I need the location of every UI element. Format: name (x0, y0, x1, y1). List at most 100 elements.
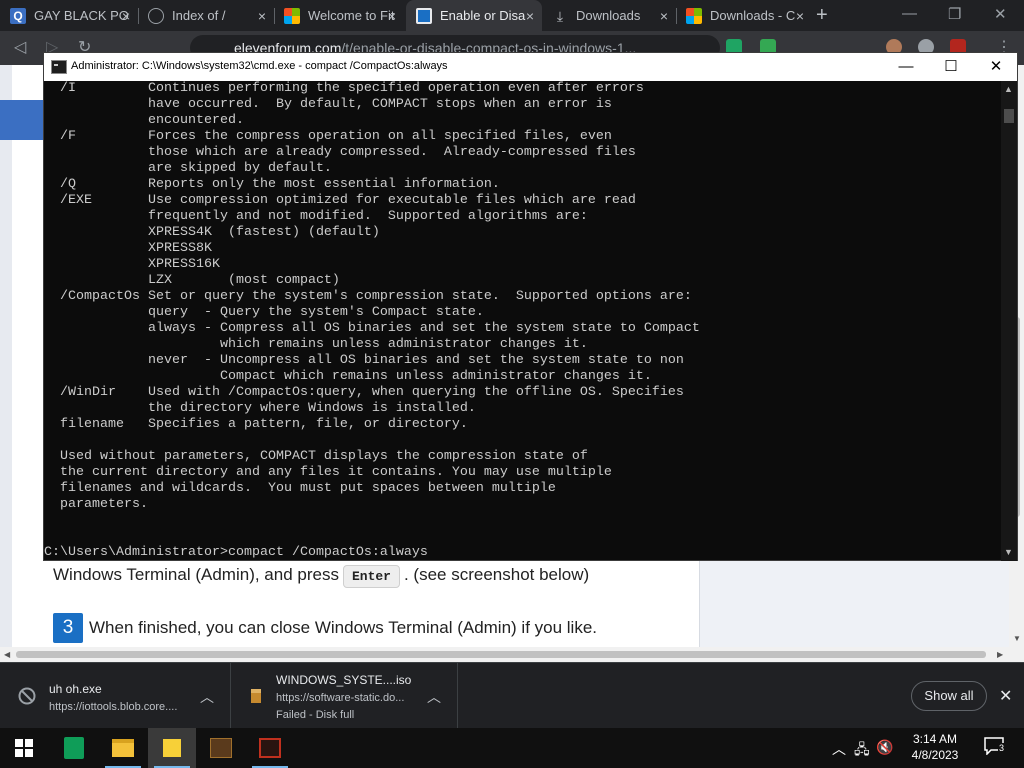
tab-2[interactable]: Index of / × (138, 0, 274, 31)
back-icon[interactable]: ◁ (14, 37, 26, 57)
console-line: /EXE Use compression optimized for execu… (44, 193, 636, 208)
console-line: the current directory and any files it c… (44, 465, 612, 480)
show-all-button[interactable]: Show all (911, 681, 987, 711)
console-line: XPRESS16K (44, 257, 220, 272)
clock-date: 4/8/2023 (911, 748, 959, 762)
start-button[interactable] (0, 728, 48, 768)
console-line: /WinDir Used with /CompactOs:query, when… (44, 385, 684, 400)
close-tab-icon[interactable]: × (660, 8, 668, 24)
downloads-bar: uh oh.exe https://iottools.blob.core....… (0, 662, 1024, 729)
cmd-icon (51, 60, 67, 74)
cmd-scroll-thumb[interactable] (1004, 109, 1014, 123)
download-item[interactable]: uh oh.exe https://iottools.blob.core....… (0, 663, 231, 729)
globe-icon (148, 7, 164, 24)
console-line: frequently and not modified. Supported a… (44, 209, 588, 224)
game-icon (210, 738, 232, 758)
volume-muted-icon[interactable]: 🔇 (876, 739, 893, 756)
new-tab-button[interactable]: + (816, 4, 828, 27)
taskbar: ︿ 🖧 🔇 3:14 AM 4/8/2023 3 (0, 728, 1024, 768)
console-line: filename Specifies a pattern, file, or d… (44, 417, 468, 432)
console-line: always - Compress all OS binaries and se… (44, 321, 700, 336)
download-item[interactable]: WINDOWS_SYSTE....iso https://software-st… (231, 663, 458, 729)
sheets-icon (64, 737, 84, 759)
tab-1[interactable]: Q GAY BLACK PORN × (0, 0, 138, 31)
console-line: /F Forces the compress operation on all … (44, 129, 612, 144)
close-tab-icon[interactable]: × (796, 8, 804, 24)
download-filename: uh oh.exe (49, 682, 102, 696)
notification-count: 3 (998, 743, 1006, 753)
console-line: XPRESS4K (fastest) (default) (44, 225, 380, 240)
tab-4-active[interactable]: Enable or Disa × (406, 0, 542, 31)
download-filename: WINDOWS_SYSTE....iso (276, 673, 412, 687)
tab-3[interactable]: Welcome to Fit × (274, 0, 404, 31)
download-source: https://software-static.do... (276, 692, 405, 704)
close-downloads-bar-icon[interactable]: ✕ (999, 686, 1012, 706)
scroll-right-icon[interactable]: ▶ (997, 650, 1003, 659)
page-left-strip (0, 65, 12, 662)
scroll-down-icon[interactable]: ▼ (1013, 634, 1021, 643)
media-icon (259, 738, 281, 758)
tab-label: Index of / (172, 8, 226, 23)
tab-5[interactable]: ⤓ Downloads × (542, 0, 676, 31)
scroll-left-icon[interactable]: ◀ (4, 650, 10, 659)
tab-6[interactable]: Downloads - C × (676, 0, 812, 31)
chevron-up-icon[interactable]: ︿ (200, 687, 214, 707)
microsoft-icon (284, 7, 300, 24)
sheets-app[interactable] (50, 728, 98, 768)
close-tab-icon[interactable]: × (122, 8, 130, 24)
cmd-close-button[interactable]: ✕ (973, 53, 1019, 81)
file-explorer-icon (112, 739, 134, 757)
close-tab-icon[interactable]: × (526, 8, 534, 24)
page-horizontal-scrollbar[interactable]: ◀ ▶ (0, 647, 1009, 662)
close-window-icon[interactable]: ✕ (994, 5, 1007, 23)
blocked-icon (18, 687, 36, 705)
clock[interactable]: 3:14 AM 4/8/2023 (900, 731, 970, 763)
qbittorrent-icon: Q (10, 7, 26, 24)
instruction-after: . (see screenshot below) (403, 565, 590, 584)
close-tab-icon[interactable]: × (388, 8, 396, 24)
cmd-console-output[interactable]: /I Continues performing the specified op… (44, 81, 1001, 561)
elevenforum-icon (416, 7, 432, 24)
restore-icon[interactable]: ❐ (948, 5, 961, 23)
show-hidden-icons-icon[interactable]: ︿ (832, 739, 846, 759)
chevron-up-icon[interactable]: ︿ (427, 687, 441, 707)
cmd-minimize-button[interactable]: — (883, 53, 929, 81)
cmd-window[interactable]: Administrator: C:\Windows\system32\cmd.e… (43, 52, 1018, 561)
console-line: never - Uncompress all OS binaries and s… (44, 353, 684, 368)
clock-time: 3:14 AM (912, 732, 958, 746)
game-app[interactable] (197, 728, 245, 768)
page-horizontal-scroll-thumb[interactable] (16, 651, 986, 658)
media-app[interactable] (246, 728, 294, 768)
console-line: filenames and wildcards. You must put sp… (44, 481, 556, 496)
minimize-icon[interactable]: — (902, 5, 917, 22)
cmd-titlebar[interactable]: Administrator: C:\Windows\system32\cmd.e… (44, 53, 1017, 81)
cmd-vertical-scrollbar[interactable]: ▲ ▼ (1001, 81, 1017, 561)
search-nav-button[interactable] (0, 100, 45, 140)
console-line: LZX (most compact) (44, 273, 340, 288)
download-source: https://iottools.blob.core.... (49, 701, 178, 713)
cmd-maximize-button[interactable]: ☐ (928, 53, 974, 81)
file-explorer-app[interactable] (99, 728, 147, 768)
notifications-icon[interactable]: 3 (984, 737, 1006, 758)
close-tab-icon[interactable]: × (258, 8, 266, 24)
scroll-down-icon[interactable]: ▼ (1004, 547, 1013, 557)
sticky-notes-icon (163, 739, 181, 757)
browser-tab-bar: Q GAY BLACK PORN × Index of / × Welcome … (0, 0, 1024, 31)
sticky-notes-app[interactable] (148, 728, 196, 768)
tab-label: GAY BLACK PORN (34, 8, 130, 23)
console-line: Used without parameters, COMPACT display… (44, 449, 588, 464)
instruction-before: Windows Terminal (Admin), and press (53, 565, 339, 584)
instruction-text: Windows Terminal (Admin), and press Enter… (53, 565, 589, 588)
console-line: those which are already compressed. Alre… (44, 145, 636, 160)
console-line: /I Continues performing the specified op… (44, 81, 644, 96)
step-number: 3 (53, 613, 83, 643)
download-status: Failed - Disk full (276, 709, 355, 721)
windows-icon (15, 739, 33, 757)
network-icon[interactable]: 🖧 (854, 739, 870, 763)
enter-key: Enter (342, 565, 400, 588)
console-line: the directory where Windows is installed… (44, 401, 476, 416)
cmd-title: Administrator: C:\Windows\system32\cmd.e… (71, 60, 448, 72)
console-line: /CompactOs Set or query the system's com… (44, 289, 692, 304)
step-text: When finished, you can close Windows Ter… (89, 618, 598, 637)
scroll-up-icon[interactable]: ▲ (1004, 84, 1013, 94)
